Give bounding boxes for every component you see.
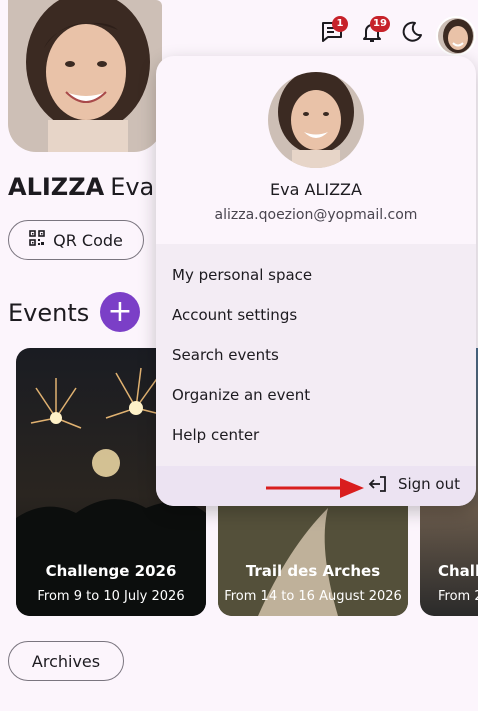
menu-avatar [268,72,364,168]
qr-code-label: QR Code [53,230,123,250]
account-menu: Eva ALIZZA alizza.qoezion@yopmail.com My… [156,56,476,506]
profile-name: ALIZZA Eva [8,172,154,202]
notifications-button[interactable]: 19 [360,16,390,46]
moon-icon [402,21,422,42]
add-event-button[interactable]: + [100,292,140,332]
menu-user-name: Eva ALIZZA [270,180,362,199]
event-card-date: From 9 to 10 July 2026 [37,589,185,604]
sign-out-label: Sign out [397,475,460,493]
menu-item-personal-space[interactable]: My personal space [172,266,312,284]
sign-out-button[interactable]: Sign out [368,474,460,494]
menu-item-account-settings[interactable]: Account settings [172,306,297,324]
user-avatar-button[interactable] [436,16,476,56]
event-card-title: Chall [438,562,478,580]
notifications-badge: 19 [370,16,390,32]
profile-avatar [8,0,162,152]
annotation-arrow-icon [266,478,364,498]
qr-code-icon [29,230,45,250]
profile-first-name: Eva [110,173,155,201]
menu-list: My personal space Account settings Searc… [156,244,476,466]
menu-item-help-center[interactable]: Help center [172,426,259,444]
profile-last-name: ALIZZA [8,173,105,201]
archives-button[interactable]: Archives [8,641,124,681]
event-card-title: Challenge 2026 [45,562,177,580]
qr-code-button[interactable]: QR Code [8,220,144,260]
event-card-date: From 14 to 16 August 2026 [224,589,402,604]
sign-out-icon [368,476,386,492]
theme-toggle-button[interactable] [400,20,426,46]
event-card-title: Trail des Arches [245,562,381,580]
events-title: Events [8,299,90,327]
menu-user-email: alizza.qoezion@yopmail.com [214,207,418,223]
menu-item-organize-event[interactable]: Organize an event [172,386,310,404]
menu-item-search-events[interactable]: Search events [172,346,279,364]
event-card-date: From 2 [438,589,478,604]
messages-badge: 1 [332,16,348,32]
messages-button[interactable]: 1 [320,16,348,46]
